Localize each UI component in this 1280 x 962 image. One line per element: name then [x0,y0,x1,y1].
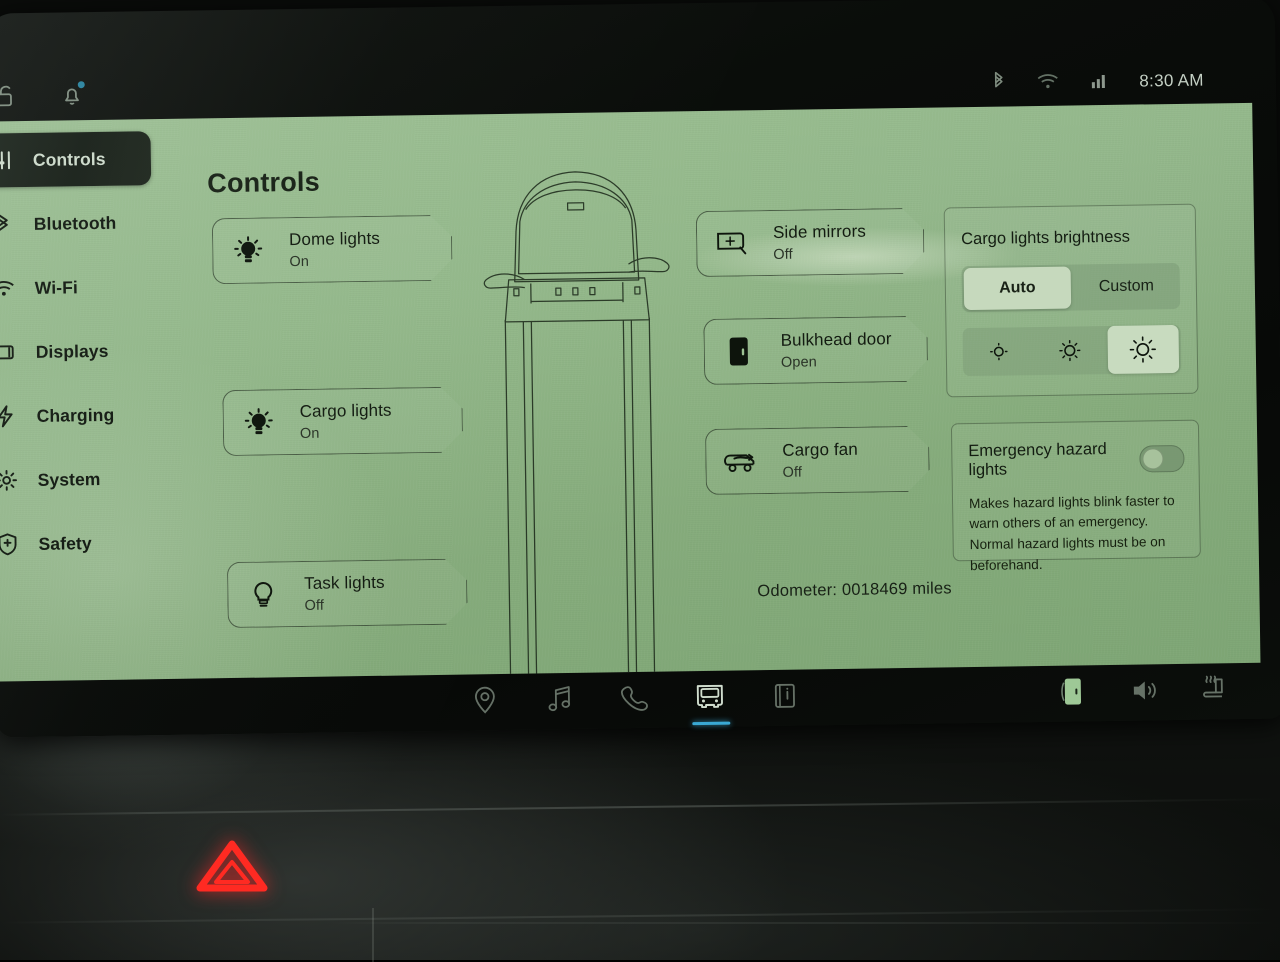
tile-state: On [299,425,320,442]
wifi-icon [1035,70,1059,95]
infotainment-screen-assembly: 8:30 AM Controls Bluetooth Wi-Fi Display… [0,0,1280,738]
panel-title: Cargo lights brightness [961,227,1131,249]
sidebar-item-charging[interactable]: Charging [0,387,175,444]
tile-label: Side mirrors [772,221,866,242]
cargo-fan-icon [718,447,764,476]
dock-bulkhead-door-button[interactable] [1045,668,1102,719]
sidebar-item-displays[interactable]: Displays [0,323,174,380]
tile-label: Cargo lights [299,400,392,421]
sidebar-item-label: Bluetooth [33,212,117,234]
dock-heated-seat-button[interactable] [1189,666,1246,717]
emergency-hazard-lights-toggle[interactable] [1138,444,1185,473]
side-mirror-icon [709,228,755,259]
status-bar-clock: 8:30 AM [1139,70,1204,91]
sidebar-item-bluetooth[interactable]: Bluetooth [0,195,172,252]
notification-badge-dot [77,81,85,89]
brightness-level-selector [962,324,1182,377]
settings-sidebar: Controls Bluetooth Wi-Fi Displays Chargi… [0,131,177,582]
lightbulb-off-icon [240,577,286,612]
tile-dome-lights[interactable]: Dome lights On [212,215,453,285]
heated-seat-icon [1200,673,1235,711]
odometer-reading: Odometer: 0018469 miles [757,579,952,601]
sidebar-item-label: Wi-Fi [34,276,79,298]
lcd-viewport: Controls Bluetooth Wi-Fi Displays Chargi… [0,102,1261,682]
brightness-mode-auto-button[interactable]: Auto [963,266,1072,311]
sidebar-item-label: Controls [32,148,106,170]
lightbulb-on-icon [225,233,271,268]
tile-label: Cargo fan [782,439,858,460]
brightness-level-low-button[interactable] [962,327,1034,376]
location-pin-icon [471,685,500,720]
cargo-lights-brightness-panel: Cargo lights brightness Auto Custom [943,203,1199,398]
sidebar-item-label: Safety [38,532,92,554]
toggle-knob [1142,447,1164,469]
sliders-icon [0,149,17,171]
dash-seam [330,922,1280,924]
bluetooth-icon [991,70,1005,97]
bluetooth-icon [0,212,18,236]
gear-icon [0,469,22,491]
sidebar-item-wifi[interactable]: Wi-Fi [0,259,173,316]
display-icon [0,342,20,362]
brightness-level-high-button[interactable] [1107,324,1180,375]
tile-label: Dome lights [288,228,381,250]
wifi-icon [0,278,19,298]
notification-bell-icon[interactable] [60,81,85,112]
bolt-icon [0,404,21,428]
tile-bulkhead-door[interactable]: Bulkhead door Open [703,316,928,385]
brightness-mode-custom-button[interactable]: Custom [1073,263,1181,311]
music-note-icon [546,683,575,718]
hazard-warning-triangle-button[interactable] [196,838,268,894]
tile-label: Task lights [304,572,385,593]
truck-icon [693,681,728,717]
dock-manual-button[interactable] [757,672,814,723]
van-top-view-graphic [467,159,692,682]
sidebar-item-controls[interactable]: Controls [0,131,152,188]
tile-cargo-lights[interactable]: Cargo lights On [222,387,463,457]
sidebar-item-label: System [37,468,101,490]
panel-description: Makes hazard lights blink faster to warn… [968,492,1175,573]
manual-book-icon [771,680,800,715]
tile-task-lights[interactable]: Task lights Off [227,559,468,629]
tile-state: Off [304,597,325,614]
dock-volume-button[interactable] [1117,667,1174,718]
active-tab-indicator [692,721,731,726]
sidebar-item-safety[interactable]: Safety [0,515,177,572]
volume-icon [1130,676,1160,709]
tile-state: Off [773,246,793,263]
dock-media-button[interactable] [532,676,589,727]
lightbulb-on-icon [236,405,282,440]
dock-phone-button[interactable] [607,675,664,726]
cellular-signal-icon [1089,69,1109,94]
tile-cargo-fan[interactable]: Cargo fan Off [705,426,930,495]
tile-state: On [289,253,310,271]
bulkhead-door-icon [1060,675,1087,712]
bulkhead-door-icon [717,334,763,369]
dash-seam-vertical [372,908,374,962]
sidebar-item-label: Displays [35,340,109,362]
tile-state: Off [782,464,803,481]
page-title: Controls [207,166,321,199]
unlock-icon[interactable] [0,84,16,113]
sidebar-item-label: Charging [36,404,115,426]
sidebar-item-system[interactable]: System [0,451,176,508]
dock-vehicle-button[interactable] [682,674,739,726]
tile-state: Open [780,354,817,371]
emergency-hazard-lights-panel: Emergency hazard lights Makes hazard lig… [950,419,1201,573]
tile-side-mirrors[interactable]: Side mirrors Off [696,208,925,277]
phone-icon [620,682,650,717]
shield-plus-icon [0,532,23,556]
brightness-mode-segmented-control: Auto Custom [961,262,1181,313]
brightness-level-medium-button[interactable] [1034,326,1106,375]
tile-label: Bulkhead door [780,329,892,350]
panel-title: Emergency hazard lights [968,440,1107,480]
dock-navigation-button[interactable] [457,677,514,728]
